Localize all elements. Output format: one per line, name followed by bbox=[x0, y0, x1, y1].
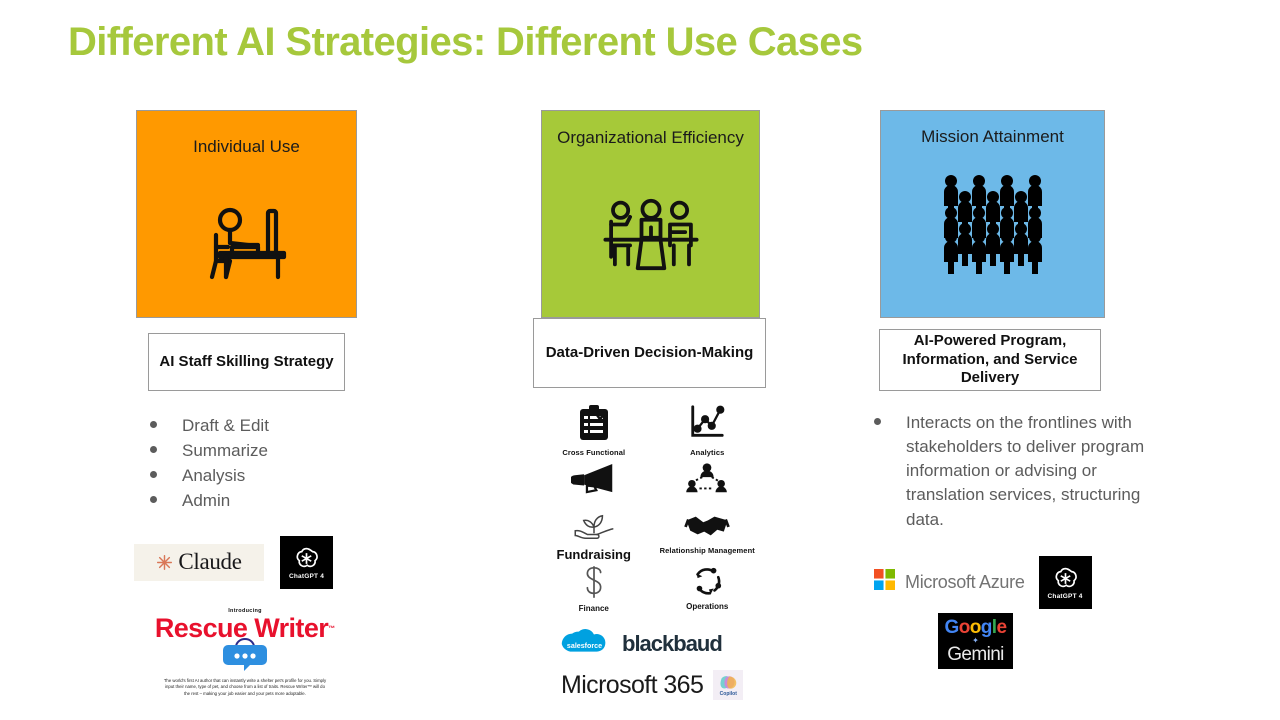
bullet-dot-icon bbox=[150, 421, 157, 428]
list-item: Interacts on the frontlines with stakeho… bbox=[860, 411, 1176, 532]
column-individual-use: Individual Use AI Staff Skilling Strateg… bbox=[134, 110, 357, 698]
people-network-icon bbox=[686, 463, 728, 500]
blackbaud-logo: blackbaud bbox=[622, 631, 723, 656]
strategy-label-box-individual-use: AI Staff Skilling Strategy bbox=[148, 333, 345, 391]
icon-cell-operations: Operations bbox=[686, 565, 728, 613]
logo-row-mission-attainment-1: Microsoft Azure ChatGPT 4 bbox=[874, 555, 1105, 609]
line-chart-icon bbox=[688, 405, 726, 446]
header-label: Mission Attainment bbox=[921, 127, 1064, 146]
column-mission-attainment: Mission Attainment AI-Powered Program, I… bbox=[874, 110, 1144, 669]
header-box-mission-attainment: Mission Attainment bbox=[880, 110, 1105, 318]
copilot-logo: Copilot bbox=[713, 670, 744, 700]
claude-wordmark: Claude bbox=[178, 549, 242, 574]
bullet-dot-icon bbox=[150, 471, 157, 479]
bullet-dot-icon bbox=[150, 496, 157, 504]
chatgpt4-logo: ChatGPT 4 bbox=[280, 535, 333, 589]
bullet-dot-icon bbox=[150, 446, 157, 454]
bullet-text: Analysis bbox=[182, 466, 246, 486]
logo-row-individual-use: Claude ChatGPT 4 bbox=[134, 535, 357, 589]
icon-cell-finance: Finance bbox=[579, 565, 609, 613]
bullet-text: Interacts on the frontlines with stakeho… bbox=[906, 413, 1145, 529]
copilot-mark-icon bbox=[720, 675, 737, 689]
icon-cell-cross-functional: Cross Functional bbox=[562, 404, 625, 457]
microsoft365-logo: Microsoft 365 bbox=[561, 670, 704, 699]
icon-caption: Relationship Management bbox=[659, 546, 755, 555]
icon-caption: Finance bbox=[578, 604, 609, 613]
logo-row-organizational-efficiency-2: Microsoft 365 Copilot bbox=[561, 670, 760, 700]
copilot-caption: Copilot bbox=[719, 690, 737, 697]
strategy-label: Data-Driven Decision-Making bbox=[545, 343, 754, 361]
bullet-list-mission-attainment: Interacts on the frontlines with stakeho… bbox=[860, 411, 1176, 532]
bullet-dot-icon bbox=[874, 418, 881, 425]
header-box-organizational-efficiency: Organizational Efficiency bbox=[541, 110, 760, 318]
page-title: Different AI Strategies: Different Use C… bbox=[68, 20, 863, 64]
header-label: Individual Use bbox=[193, 137, 300, 156]
header-box-individual-use: Individual Use bbox=[136, 110, 357, 318]
list-item: Admin bbox=[136, 489, 357, 513]
google-wordmark: Google bbox=[944, 616, 1007, 638]
google-gemini-logo: Google ✦ Gemini bbox=[938, 612, 1013, 669]
column-organizational-efficiency: Organizational Efficiency Data-Driven De… bbox=[533, 110, 766, 700]
handshake-icon bbox=[684, 516, 731, 544]
person-at-desk-computer-icon bbox=[204, 203, 290, 286]
megaphone-icon bbox=[570, 463, 616, 498]
list-item: Draft & Edit bbox=[136, 414, 357, 438]
microsoft-squares-icon bbox=[874, 569, 895, 595]
dollar-sign-icon bbox=[581, 566, 607, 603]
bullet-text: Summarize bbox=[182, 441, 268, 461]
icon-cell-relationship-management: Relationship Management bbox=[660, 512, 755, 562]
icon-cell-people-network bbox=[686, 462, 728, 501]
microsoft-azure-logo: Microsoft Azure bbox=[905, 571, 1025, 592]
hand-plant-icon bbox=[572, 514, 616, 546]
bullet-list-individual-use: Draft & Edit Summarize Analysis Admin bbox=[136, 414, 357, 514]
icon-cell-analytics: Analytics bbox=[688, 404, 726, 457]
icon-caption: Analytics bbox=[690, 448, 725, 457]
strategy-label: AI Staff Skilling Strategy bbox=[159, 352, 334, 370]
chatgpt4-logo: ChatGPT 4 bbox=[1038, 555, 1092, 609]
slide-canvas: Different AI Strategies: Different Use C… bbox=[0, 0, 1280, 720]
promo-trademark: ™ bbox=[328, 625, 336, 633]
bullet-text: Admin bbox=[182, 491, 231, 511]
list-item: Summarize bbox=[136, 439, 357, 463]
promo-name: Rescue Writer bbox=[154, 612, 329, 643]
openai-knot-icon bbox=[296, 547, 318, 567]
strategy-label: AI-Powered Program, Information, and Ser… bbox=[902, 331, 1078, 387]
icon-caption: Fundraising bbox=[556, 547, 631, 562]
bullet-text: Draft & Edit bbox=[182, 416, 269, 435]
strategy-label-box-mission-attainment: AI-Powered Program, Information, and Ser… bbox=[879, 329, 1101, 391]
rescue-writer-promo: Introducing Rescue Writer™ The world's f… bbox=[150, 608, 340, 698]
promo-fine-print: The world's first AI author that can ins… bbox=[163, 677, 327, 696]
icon-cell-megaphone bbox=[570, 462, 616, 501]
clipboard-checklist-icon bbox=[577, 405, 611, 446]
claude-burst-icon bbox=[157, 554, 173, 570]
chatgpt4-caption: ChatGPT 4 bbox=[288, 572, 325, 580]
icon-grid-organizational-efficiency: Cross Functional Analytics Fundraising R… bbox=[541, 404, 760, 613]
logo-row-organizational-efficiency-1: salesforce blackbaud bbox=[557, 626, 760, 662]
salesforce-logo: salesforce bbox=[557, 626, 612, 662]
icon-caption: Operations bbox=[686, 602, 729, 611]
gemini-wordmark: Gemini bbox=[947, 643, 1004, 665]
crowd-of-people-icon bbox=[937, 174, 1049, 279]
header-label: Organizational Efficiency bbox=[557, 128, 744, 147]
chatgpt4-caption: ChatGPT 4 bbox=[1047, 592, 1083, 600]
icon-caption: Cross Functional bbox=[562, 448, 626, 457]
openai-knot-icon bbox=[1055, 567, 1077, 587]
icon-cell-fundraising: Fundraising bbox=[557, 512, 631, 562]
process-cycle-icon bbox=[691, 567, 723, 601]
claude-logo: Claude bbox=[134, 543, 264, 581]
three-people-at-table-icon bbox=[603, 196, 699, 277]
strategy-label-box-organizational-efficiency: Data-Driven Decision-Making bbox=[533, 318, 766, 388]
list-item: Analysis bbox=[136, 464, 357, 488]
salesforce-wordmark: salesforce bbox=[567, 642, 602, 650]
